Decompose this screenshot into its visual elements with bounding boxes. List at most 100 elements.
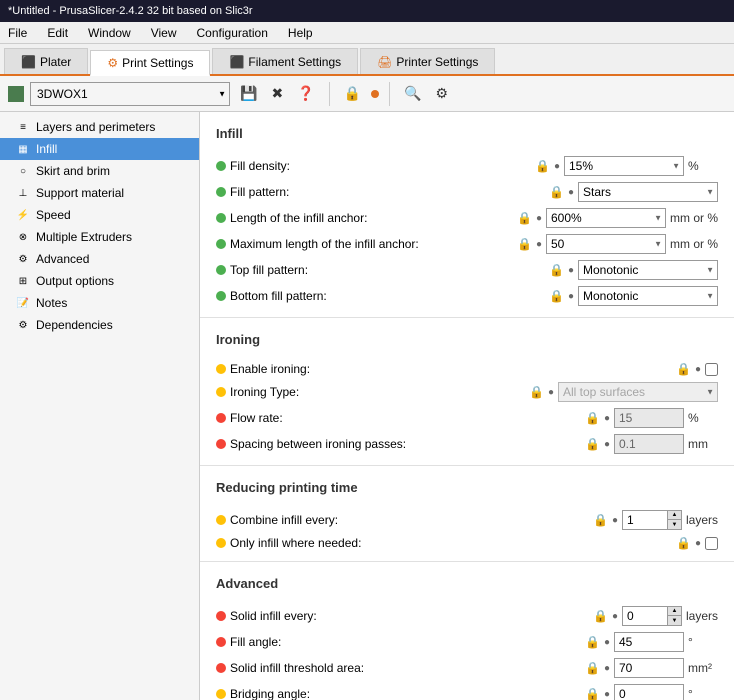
sidebar-item-dependencies[interactable]: ⚙ Dependencies xyxy=(0,314,199,336)
fill-density-row: Fill density: 🔒 ● 15%5%10%20% % xyxy=(216,153,718,179)
infill-section: Infill Fill density: 🔒 ● 15%5%10%20% % xyxy=(200,112,734,318)
tab-filament-settings-label: Filament Settings xyxy=(248,55,341,69)
bridging-angle-input[interactable] xyxy=(614,684,684,700)
menu-configuration[interactable]: Configuration xyxy=(193,24,272,42)
fill-pattern-controls: 🔒 ● StarsGridLines xyxy=(549,182,718,202)
sidebar-item-layers[interactable]: ≡ Layers and perimeters xyxy=(0,116,199,138)
infill-icon: ▦ xyxy=(16,142,30,156)
top-fill-pattern-lock[interactable]: 🔒 xyxy=(549,263,564,277)
ironing-spacing-label-wrapper: Spacing between ironing passes: xyxy=(216,437,456,451)
ironing-spacing-lock[interactable]: 🔒 xyxy=(585,437,600,451)
combine-infill-up[interactable]: ▲ xyxy=(667,511,681,520)
bottom-fill-pattern-select[interactable]: MonotonicLinesRectilinear xyxy=(578,286,718,306)
enable-ironing-dot xyxy=(216,364,226,374)
top-fill-pattern-select[interactable]: MonotonicLinesRectilinear xyxy=(578,260,718,280)
infill-anchor-max-label: Maximum length of the infill anchor: xyxy=(230,237,419,251)
output-icon: ⊞ xyxy=(16,274,30,288)
tab-bar: ⬛ Plater ⚙ Print Settings ⬛ Filament Set… xyxy=(0,44,734,76)
save-button[interactable]: 💾 xyxy=(236,83,261,104)
combine-infill-spinner: ▲ ▼ xyxy=(622,510,682,530)
fill-pattern-select[interactable]: StarsGridLines xyxy=(578,182,718,202)
flow-rate-input[interactable] xyxy=(614,408,684,428)
menu-edit[interactable]: Edit xyxy=(43,24,72,42)
fill-angle-lock[interactable]: 🔒 xyxy=(585,635,600,649)
solid-infill-threshold-label-wrapper: Solid infill threshold area: xyxy=(216,661,456,675)
sidebar-extruders-label: Multiple Extruders xyxy=(36,230,132,244)
bridging-angle-lock[interactable]: 🔒 xyxy=(585,687,600,700)
enable-ironing-checkbox[interactable] xyxy=(705,363,718,376)
ironing-type-bullet: ● xyxy=(548,387,554,398)
profile-color-icon xyxy=(8,86,24,102)
ironing-spacing-input[interactable] xyxy=(614,434,684,454)
solid-infill-threshold-bullet: ● xyxy=(604,663,610,674)
fill-density-select[interactable]: 15%5%10%20% xyxy=(564,156,684,176)
tab-printer-settings[interactable]: 🖨 Printer Settings xyxy=(360,48,495,74)
layers-icon: ≡ xyxy=(16,120,30,134)
skirt-icon: ○ xyxy=(16,164,30,178)
flow-rate-controls: 🔒 ● % xyxy=(585,408,718,428)
infill-anchor-select[interactable]: 600%0100%200% xyxy=(546,208,666,228)
flow-rate-lock[interactable]: 🔒 xyxy=(585,411,600,425)
sidebar-item-infill[interactable]: ▦ Infill xyxy=(0,138,199,160)
combine-infill-label: Combine infill every: xyxy=(230,513,338,527)
sidebar-item-extruders[interactable]: ⊗ Multiple Extruders xyxy=(0,226,199,248)
flow-rate-row: Flow rate: 🔒 ● % xyxy=(216,405,718,431)
menu-view[interactable]: View xyxy=(147,24,181,42)
sidebar-item-skirt[interactable]: ○ Skirt and brim xyxy=(0,160,199,182)
enable-ironing-lock[interactable]: 🔒 xyxy=(676,362,691,376)
reducing-title: Reducing printing time xyxy=(216,474,718,499)
combine-infill-dot xyxy=(216,515,226,525)
infill-anchor-max-lock[interactable]: 🔒 xyxy=(517,237,532,251)
fill-pattern-lock-icon[interactable]: 🔒 xyxy=(549,185,564,199)
only-infill-label-wrapper: Only infill where needed: xyxy=(216,536,456,550)
menu-help[interactable]: Help xyxy=(284,24,317,42)
search-button[interactable]: 🔍 xyxy=(400,83,425,104)
help-button[interactable]: ❓ xyxy=(293,83,318,104)
profile-select[interactable]: 3DWOX1 xyxy=(30,82,230,106)
combine-infill-down[interactable]: ▼ xyxy=(667,520,681,529)
sidebar-item-output[interactable]: ⊞ Output options xyxy=(0,270,199,292)
only-infill-checkbox[interactable] xyxy=(705,537,718,550)
top-fill-pattern-dot xyxy=(216,265,226,275)
bridging-angle-bullet: ● xyxy=(604,689,610,700)
infill-anchor-max-select[interactable]: 5002575 xyxy=(546,234,666,254)
enable-ironing-label: Enable ironing: xyxy=(230,362,310,376)
enable-ironing-label-wrapper: Enable ironing: xyxy=(216,362,456,376)
infill-anchor-length-lock[interactable]: 🔒 xyxy=(517,211,532,225)
fill-density-lock-icon[interactable]: 🔒 xyxy=(535,159,550,173)
ironing-type-lock[interactable]: 🔒 xyxy=(529,385,544,399)
sidebar-item-speed[interactable]: ⚡ Speed xyxy=(0,204,199,226)
sidebar-item-support[interactable]: ⊥ Support material xyxy=(0,182,199,204)
solid-infill-every-label-wrapper: Solid infill every: xyxy=(216,609,456,623)
solid-infill-every-lock[interactable]: 🔒 xyxy=(593,609,608,623)
sidebar-item-advanced[interactable]: ⚙ Advanced xyxy=(0,248,199,270)
fill-angle-bullet: ● xyxy=(604,637,610,648)
menu-window[interactable]: Window xyxy=(84,24,135,42)
solid-infill-threshold-lock[interactable]: 🔒 xyxy=(585,661,600,675)
sidebar-item-notes[interactable]: 📝 Notes xyxy=(0,292,199,314)
fill-pattern-select-wrapper: StarsGridLines xyxy=(578,182,718,202)
lock-button[interactable]: 🔒 xyxy=(340,83,365,104)
combine-infill-lock[interactable]: 🔒 xyxy=(593,513,608,527)
infill-anchor-max-unit: mm or % xyxy=(670,237,718,251)
delete-button[interactable]: ✖ xyxy=(267,83,287,104)
solid-infill-every-down[interactable]: ▼ xyxy=(667,616,681,625)
infill-anchor-max-row: Maximum length of the infill anchor: 🔒 ●… xyxy=(216,231,718,257)
combine-infill-spinner-btns: ▲ ▼ xyxy=(667,511,681,529)
fill-angle-input[interactable] xyxy=(614,632,684,652)
menu-file[interactable]: File xyxy=(4,24,31,42)
speed-icon: ⚡ xyxy=(16,208,30,222)
fill-angle-label-wrapper: Fill angle: xyxy=(216,635,456,649)
tab-filament-settings[interactable]: ⬛ Filament Settings xyxy=(212,48,358,74)
profile-dropdown-wrapper: 3DWOX1 xyxy=(30,82,230,106)
settings-button[interactable]: ⚙ xyxy=(431,83,452,104)
infill-anchor-unit: mm or % xyxy=(670,211,718,225)
solid-infill-threshold-input[interactable] xyxy=(614,658,684,678)
infill-anchor-length-controls: 🔒 ● 600%0100%200% mm or % xyxy=(517,208,718,228)
solid-infill-every-up[interactable]: ▲ xyxy=(667,607,681,616)
tab-print-settings[interactable]: ⚙ Print Settings xyxy=(90,50,210,76)
tab-plater[interactable]: ⬛ Plater xyxy=(4,48,88,74)
only-infill-lock[interactable]: 🔒 xyxy=(676,536,691,550)
bottom-fill-pattern-lock[interactable]: 🔒 xyxy=(549,289,564,303)
ironing-type-select[interactable]: All top surfacesTop surfaces xyxy=(558,382,718,402)
